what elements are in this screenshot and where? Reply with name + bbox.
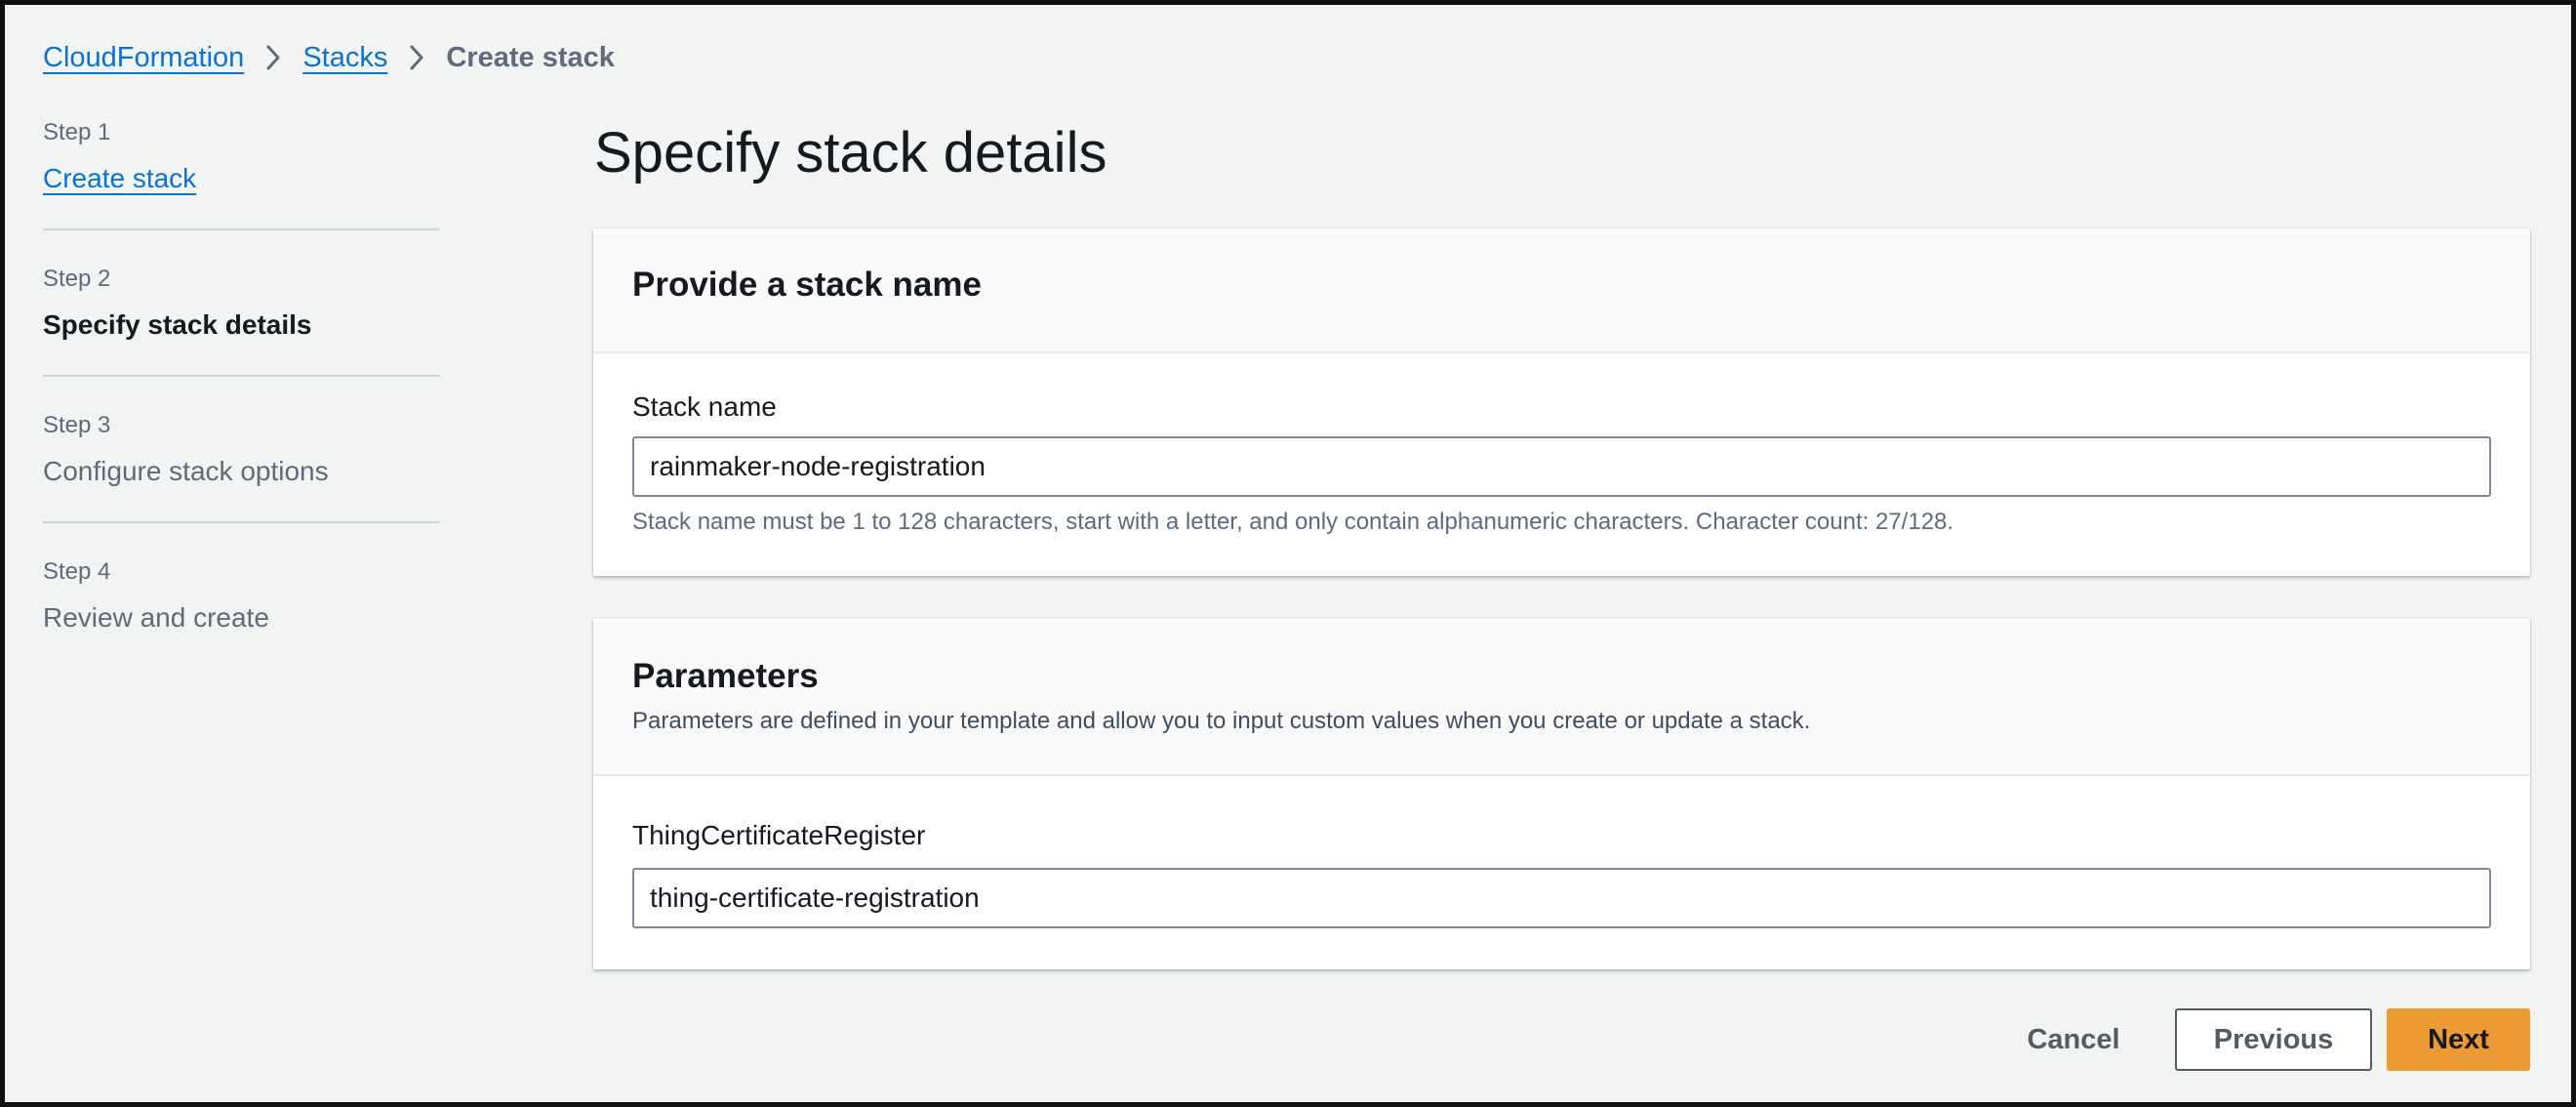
stack-name-help-text: Stack name must be 1 to 128 characters, … [632,509,1954,535]
step-3-number: Step 3 [43,412,111,438]
stack-name-label: Stack name [632,391,777,422]
next-button[interactable]: Next [2387,1008,2530,1071]
stack-name-panel-heading: Provide a stack name [632,266,982,304]
cancel-button[interactable]: Cancel [2005,1008,2142,1071]
parameters-panel-description: Parameters are defined in your template … [632,708,1811,734]
parameters-panel-header: Parameters Parameters are defined in you… [593,618,2530,776]
step-divider [43,375,439,377]
parameters-panel: Parameters Parameters are defined in you… [593,618,2530,969]
step-2-number: Step 2 [43,266,111,292]
step-divider [43,521,439,523]
step-1-link[interactable]: Create stack [43,163,196,194]
breadcrumb-current: Create stack [446,42,615,73]
step-4-title: Review and create [43,602,269,633]
step-1-number: Step 1 [43,119,111,145]
step-2-title: Specify stack details [43,309,312,340]
stack-name-input[interactable] [632,436,2491,497]
step-divider [43,228,439,230]
stack-name-panel: Provide a stack name Stack name Stack na… [593,228,2530,576]
breadcrumb-cloudformation-link[interactable]: CloudFormation [43,38,244,77]
chevron-right-icon [244,44,302,71]
stack-name-panel-header: Provide a stack name [593,228,2530,353]
chevron-right-icon [387,44,446,71]
previous-button[interactable]: Previous [2175,1008,2372,1071]
app-frame: CloudFormation Stacks Create stack Step … [0,0,2576,1107]
step-4-number: Step 4 [43,558,111,585]
page-title: Specify stack details [594,121,1107,184]
breadcrumb: CloudFormation Stacks Create stack [43,38,615,77]
thing-certificate-register-label: ThingCertificateRegister [632,820,926,850]
parameters-panel-heading: Parameters [632,657,819,695]
step-3-title: Configure stack options [43,456,329,486]
breadcrumb-stacks-link[interactable]: Stacks [302,38,387,77]
thing-certificate-register-input[interactable] [632,868,2491,928]
